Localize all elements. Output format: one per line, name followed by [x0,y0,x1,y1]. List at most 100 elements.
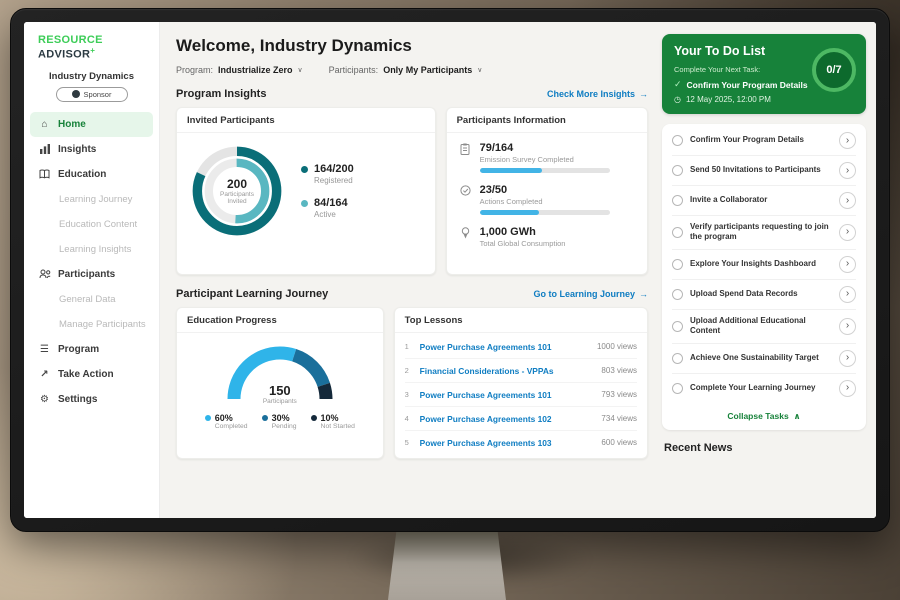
task-chevron-button[interactable]: › [839,256,856,273]
check-icon: ✓ [674,79,682,90]
collapse-icon: ∧ [794,411,801,422]
lesson-link[interactable]: Power Purchase Agreements 102 [420,414,595,424]
task-row[interactable]: Invite a Collaborator › [672,186,856,216]
lesson-link[interactable]: Power Purchase Agreements 103 [420,438,595,448]
legend-pct: 30% [272,413,290,423]
task-row[interactable]: Achieve One Sustainability Target › [672,344,856,374]
task-chevron-button[interactable]: › [839,162,856,179]
task-chevron-button[interactable]: › [839,318,856,335]
task-chevron-button[interactable]: › [839,350,856,367]
lesson-link[interactable]: Financial Considerations - VPPAs [420,366,595,376]
task-label: Achieve One Sustainability Target [690,353,832,363]
sidebar-item-education[interactable]: Education [24,162,159,187]
lesson-rank: 3 [405,390,413,399]
legend-label: Pending [272,423,297,430]
sponsor-icon [72,90,80,98]
task-checkbox[interactable] [672,353,683,364]
go-to-learning-journey-link[interactable]: Go to Learning Journey → [533,289,648,299]
task-row[interactable]: Verify participants requesting to join t… [672,216,856,250]
task-chevron-button[interactable]: › [839,224,856,241]
task-checkbox[interactable] [672,135,683,146]
lesson-row[interactable]: 1 Power Purchase Agreements 101 1000 vie… [405,335,637,359]
consumption-row: 1,000 GWh Total Global Consumption [459,226,635,248]
lesson-row[interactable]: 4 Power Purchase Agreements 102 734 view… [405,407,637,431]
task-chevron-button[interactable]: › [839,192,856,209]
task-chevron-button[interactable]: › [839,286,856,303]
todo-progress-badge: 0/7 [812,48,856,92]
task-chevron-button[interactable]: › [839,380,856,397]
gauge-center-value: 150 [222,383,338,398]
monitor-stand [388,532,506,600]
sidebar-item-education-content[interactable]: Education Content [24,212,159,237]
sidebar-item-home[interactable]: ⌂ Home [30,112,153,137]
program-dropdown[interactable]: Program: Industrialize Zero ∨ [176,65,303,75]
legend-item-active: 84/164 Active [301,197,354,219]
lesson-rank: 4 [405,414,413,423]
sidebar-item-learning-journey[interactable]: Learning Journey [24,187,159,212]
task-chevron-button[interactable]: › [839,132,856,149]
lesson-row[interactable]: 5 Power Purchase Agreements 103 600 view… [405,431,637,454]
sidebar-item-manage-participants[interactable]: Manage Participants [24,312,159,337]
sidebar-item-participants[interactable]: Participants [24,262,159,287]
filters-row: Program: Industrialize Zero ∨ Participan… [176,65,648,75]
emission-survey-row: 79/164 Emission Survey Completed [459,142,635,173]
task-checkbox[interactable] [672,227,683,238]
sidebar-item-label: Learning Journey [59,194,132,205]
insights-icon [38,144,51,154]
legend-item-completed: 60% Completed [205,413,248,430]
lesson-rank: 2 [405,366,413,375]
lesson-link[interactable]: Power Purchase Agreements 101 [420,390,595,400]
task-row[interactable]: Upload Additional Educational Content › [672,310,856,344]
legend-pct: 10% [321,413,339,423]
legend-value: 84/164 [314,197,348,209]
sidebar-item-general-data[interactable]: General Data [24,287,159,312]
task-row[interactable]: Upload Spend Data Records › [672,280,856,310]
sidebar-item-program[interactable]: ☰ Program [24,337,159,362]
sidebar-item-label: Take Action [58,369,114,380]
sidebar-item-insights[interactable]: Insights [24,137,159,162]
page-title: Welcome, Industry Dynamics [176,36,648,56]
sidebar-item-label: Insights [58,144,96,155]
progress-fill [480,168,542,173]
gear-icon: ⚙ [38,394,51,405]
task-row[interactable]: Complete Your Learning Journey › [672,374,856,403]
task-checkbox[interactable] [672,259,683,270]
participants-info-body: 79/164 Emission Survey Completed [447,133,647,257]
sidebar-item-learning-insights[interactable]: Learning Insights [24,237,159,262]
lesson-row[interactable]: 2 Financial Considerations - VPPAs 803 v… [405,359,637,383]
take-action-icon: ↗ [38,369,51,380]
education-icon [38,169,51,179]
collapse-tasks-link[interactable]: Collapse Tasks ∧ [672,403,856,426]
chevron-down-icon: ∨ [298,66,303,74]
due-label: 12 May 2025, 12:00 PM [686,95,771,104]
program-label: Program: [176,65,213,75]
sidebar-item-label: Home [58,119,86,130]
task-row[interactable]: Confirm Your Program Details › [672,126,856,156]
task-checkbox[interactable] [672,321,683,332]
participants-information-card: Participants Information 79/164 Emission… [446,107,648,275]
task-checkbox[interactable] [672,289,683,300]
sidebar-item-label: Education Content [59,219,137,230]
task-checkbox[interactable] [672,383,683,394]
content-area: Welcome, Industry Dynamics Program: Indu… [160,22,876,518]
lesson-views: 1000 views [597,342,637,351]
task-row[interactable]: Explore Your Insights Dashboard › [672,250,856,280]
lesson-link[interactable]: Power Purchase Agreements 101 [420,342,590,352]
arrow-right-icon: → [639,289,648,299]
lesson-row[interactable]: 3 Power Purchase Agreements 101 793 view… [405,383,637,407]
legend-item-not-started: 10% Not Started [311,413,355,430]
logo-advisor: ADVISOR [38,49,90,61]
sidebar-item-settings[interactable]: ⚙ Settings [24,387,159,412]
participants-dropdown[interactable]: Participants: Only My Participants ∨ [329,65,483,75]
sidebar: RESOURCE ADVISOR+ Industry Dynamics Spon… [24,22,160,518]
gauge-legend: 60% Completed 30% Pending [205,413,355,430]
logo-resource: RESOURCE [38,34,103,46]
check-more-insights-link[interactable]: Check More Insights → [547,89,648,99]
task-row[interactable]: Send 50 Invitations to Participants › [672,156,856,186]
task-checkbox[interactable] [672,165,683,176]
learning-cards-row: Education Progress 150 Parti [176,307,648,459]
sidebar-item-label: Program [58,344,99,355]
task-checkbox[interactable] [672,195,683,206]
sidebar-item-take-action[interactable]: ↗ Take Action [24,362,159,387]
arrow-right-icon: → [639,89,648,99]
